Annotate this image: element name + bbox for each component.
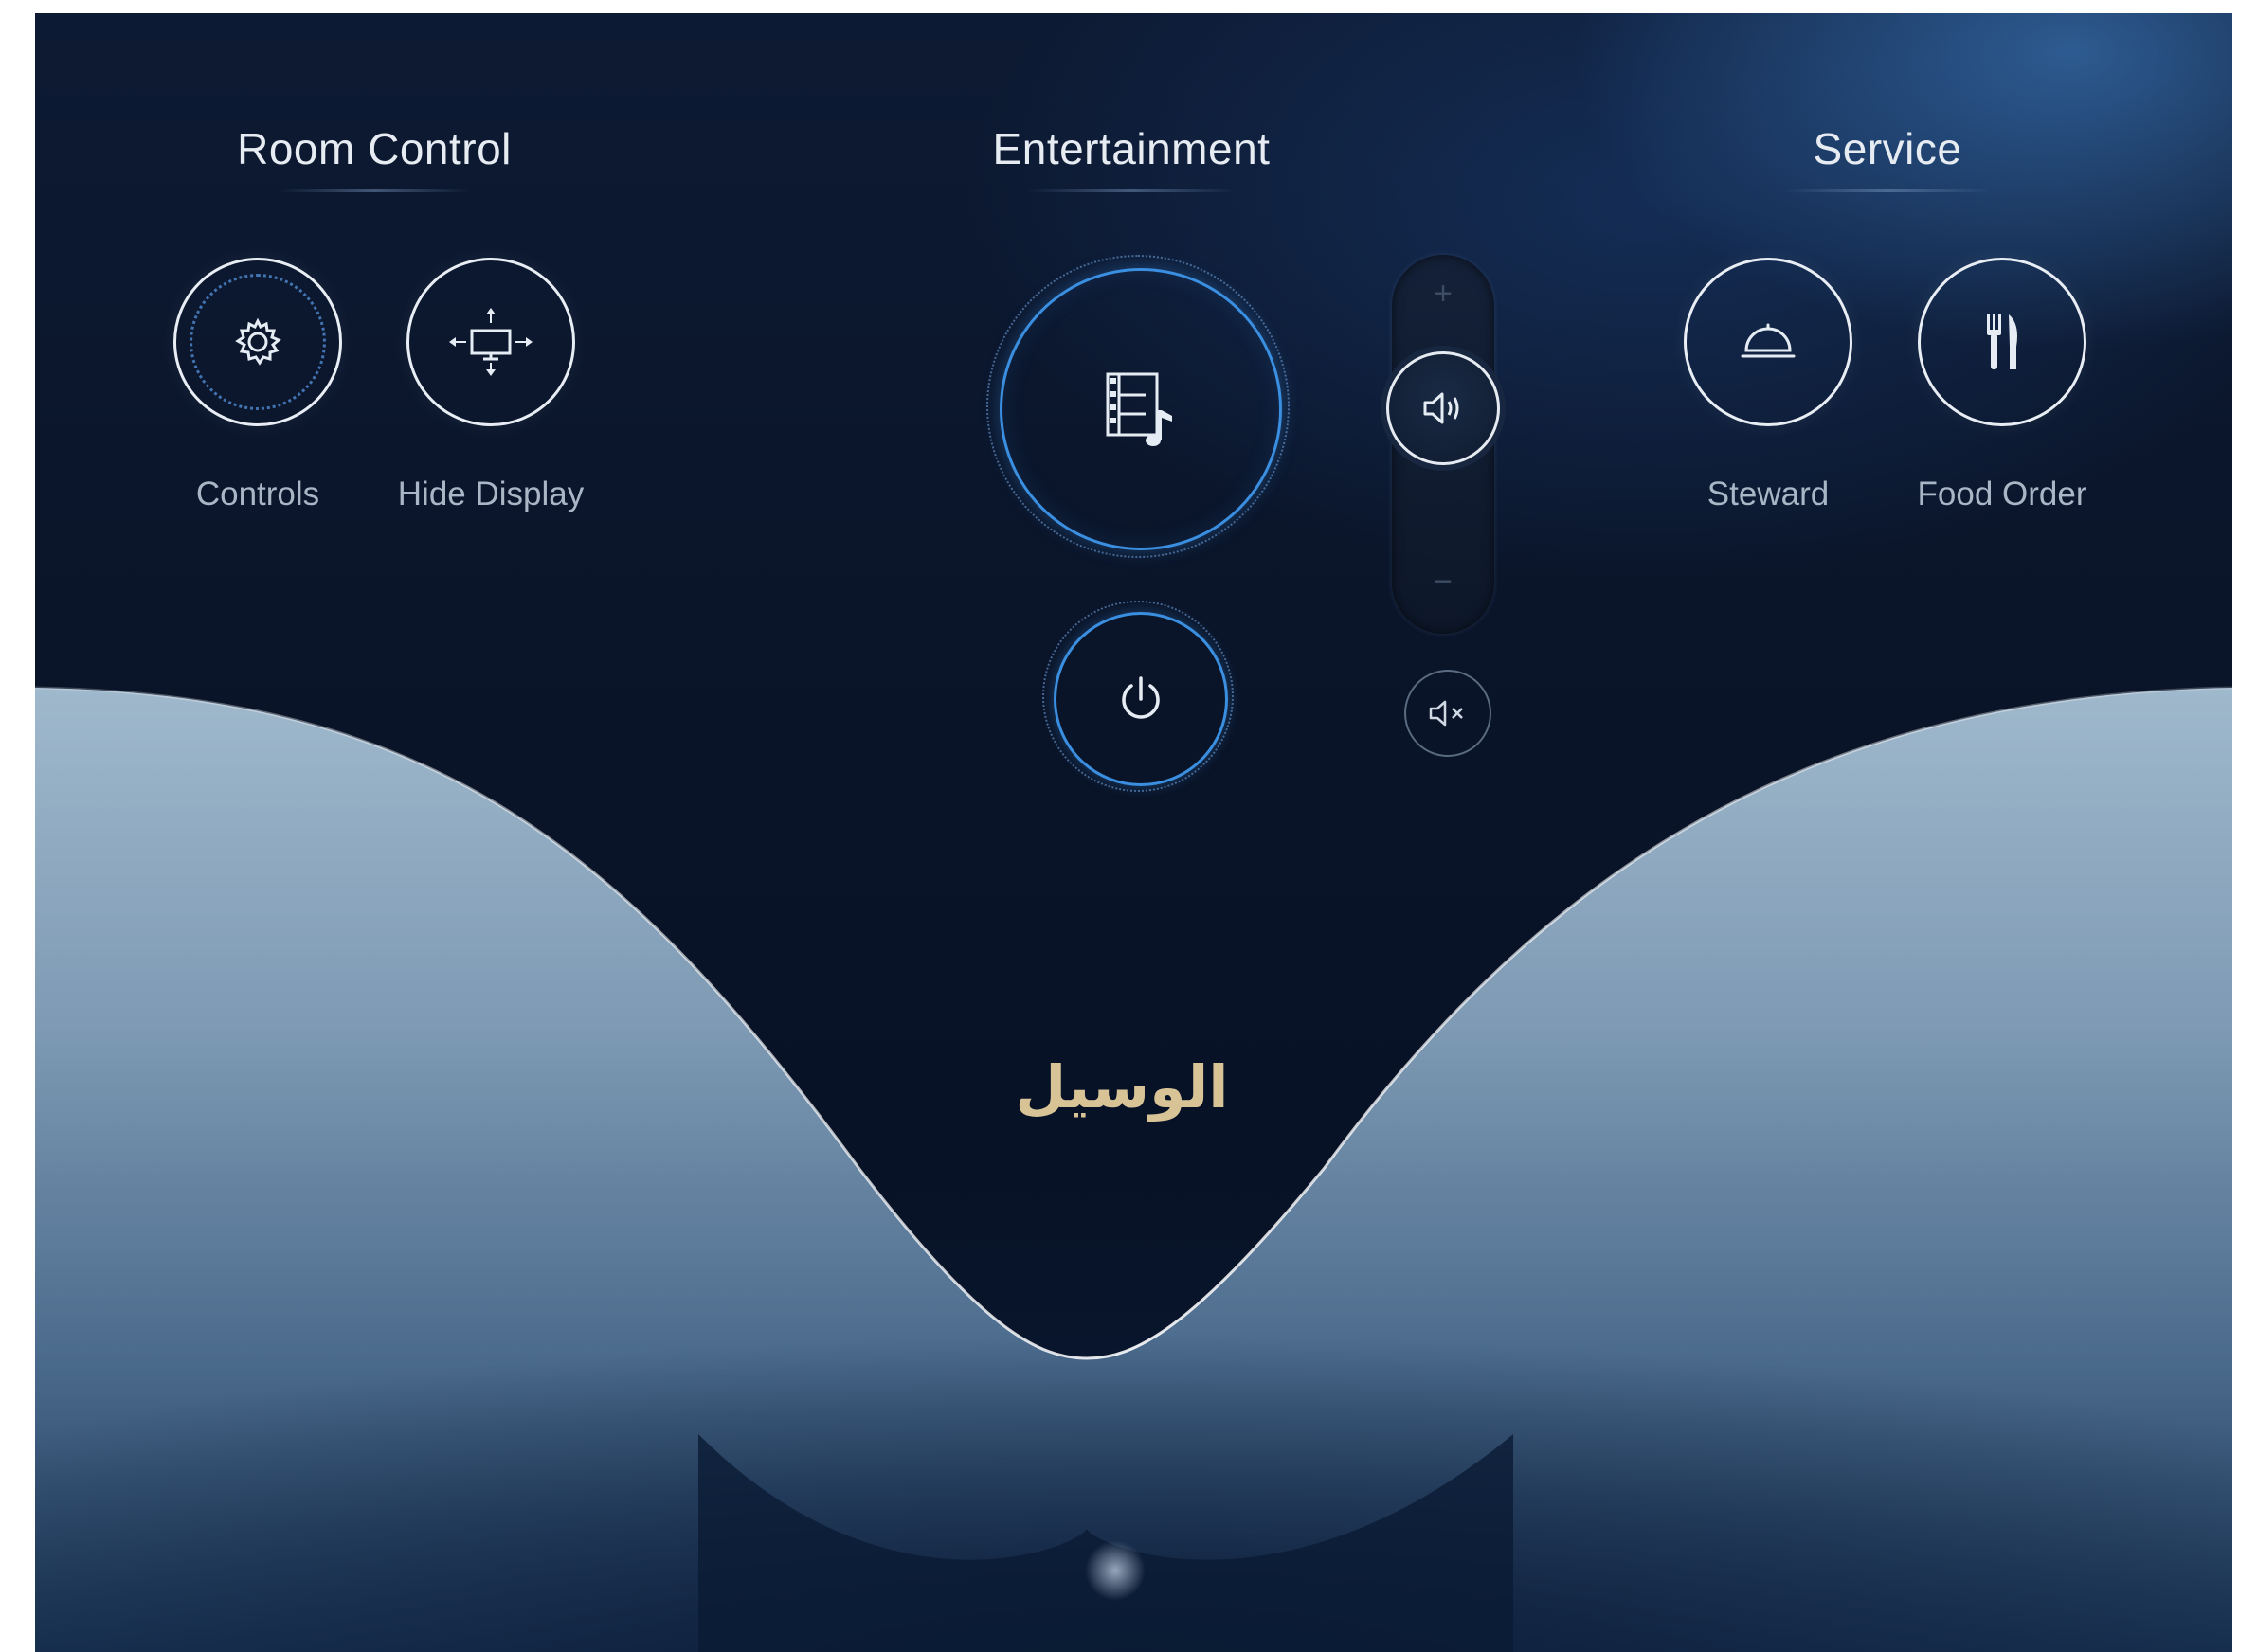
steward-button[interactable]: [1684, 258, 1852, 426]
cloche-icon: [1741, 323, 1796, 358]
title-divider: [1783, 189, 1992, 192]
service-title: Service: [1813, 124, 1962, 173]
food-order-label: Food Order: [1917, 476, 2087, 512]
power-icon: [1122, 676, 1160, 719]
entertainment-title: Entertainment: [992, 124, 1271, 173]
power-button[interactable]: [1042, 601, 1234, 792]
mute-button[interactable]: [1404, 670, 1491, 757]
dotted-ring: [190, 274, 326, 410]
hide-display-label: Hide Display: [397, 476, 585, 512]
power-ring: [1054, 612, 1228, 786]
fork-knife-icon: [1987, 314, 2017, 369]
steward-label: Steward: [1706, 476, 1830, 512]
film-music-icon: [1106, 372, 1172, 446]
hide-display-button[interactable]: [406, 258, 575, 426]
app-screen: Room Control Controls Hide Display Enter…: [35, 13, 2232, 1652]
volume-plus[interactable]: +: [1434, 276, 1453, 313]
food-order-button[interactable]: [1918, 258, 2086, 426]
title-divider: [1027, 189, 1236, 192]
entertainment-ring: [1000, 268, 1282, 550]
display-move-icon: [449, 308, 533, 376]
entertainment-main-button[interactable]: [986, 255, 1290, 558]
volume-minus[interactable]: −: [1434, 564, 1453, 601]
brand-logo-text: الوسيل: [1015, 1052, 1229, 1122]
volume-knob[interactable]: [1386, 351, 1500, 465]
speaker-mute-icon: [1429, 700, 1463, 727]
controls-label: Controls: [195, 476, 320, 512]
title-divider: [280, 189, 469, 192]
home-indicator[interactable]: [1085, 1540, 1146, 1601]
room-control-title: Room Control: [237, 124, 512, 173]
speaker-volume-icon: [1423, 392, 1459, 424]
controls-button[interactable]: [173, 258, 342, 426]
